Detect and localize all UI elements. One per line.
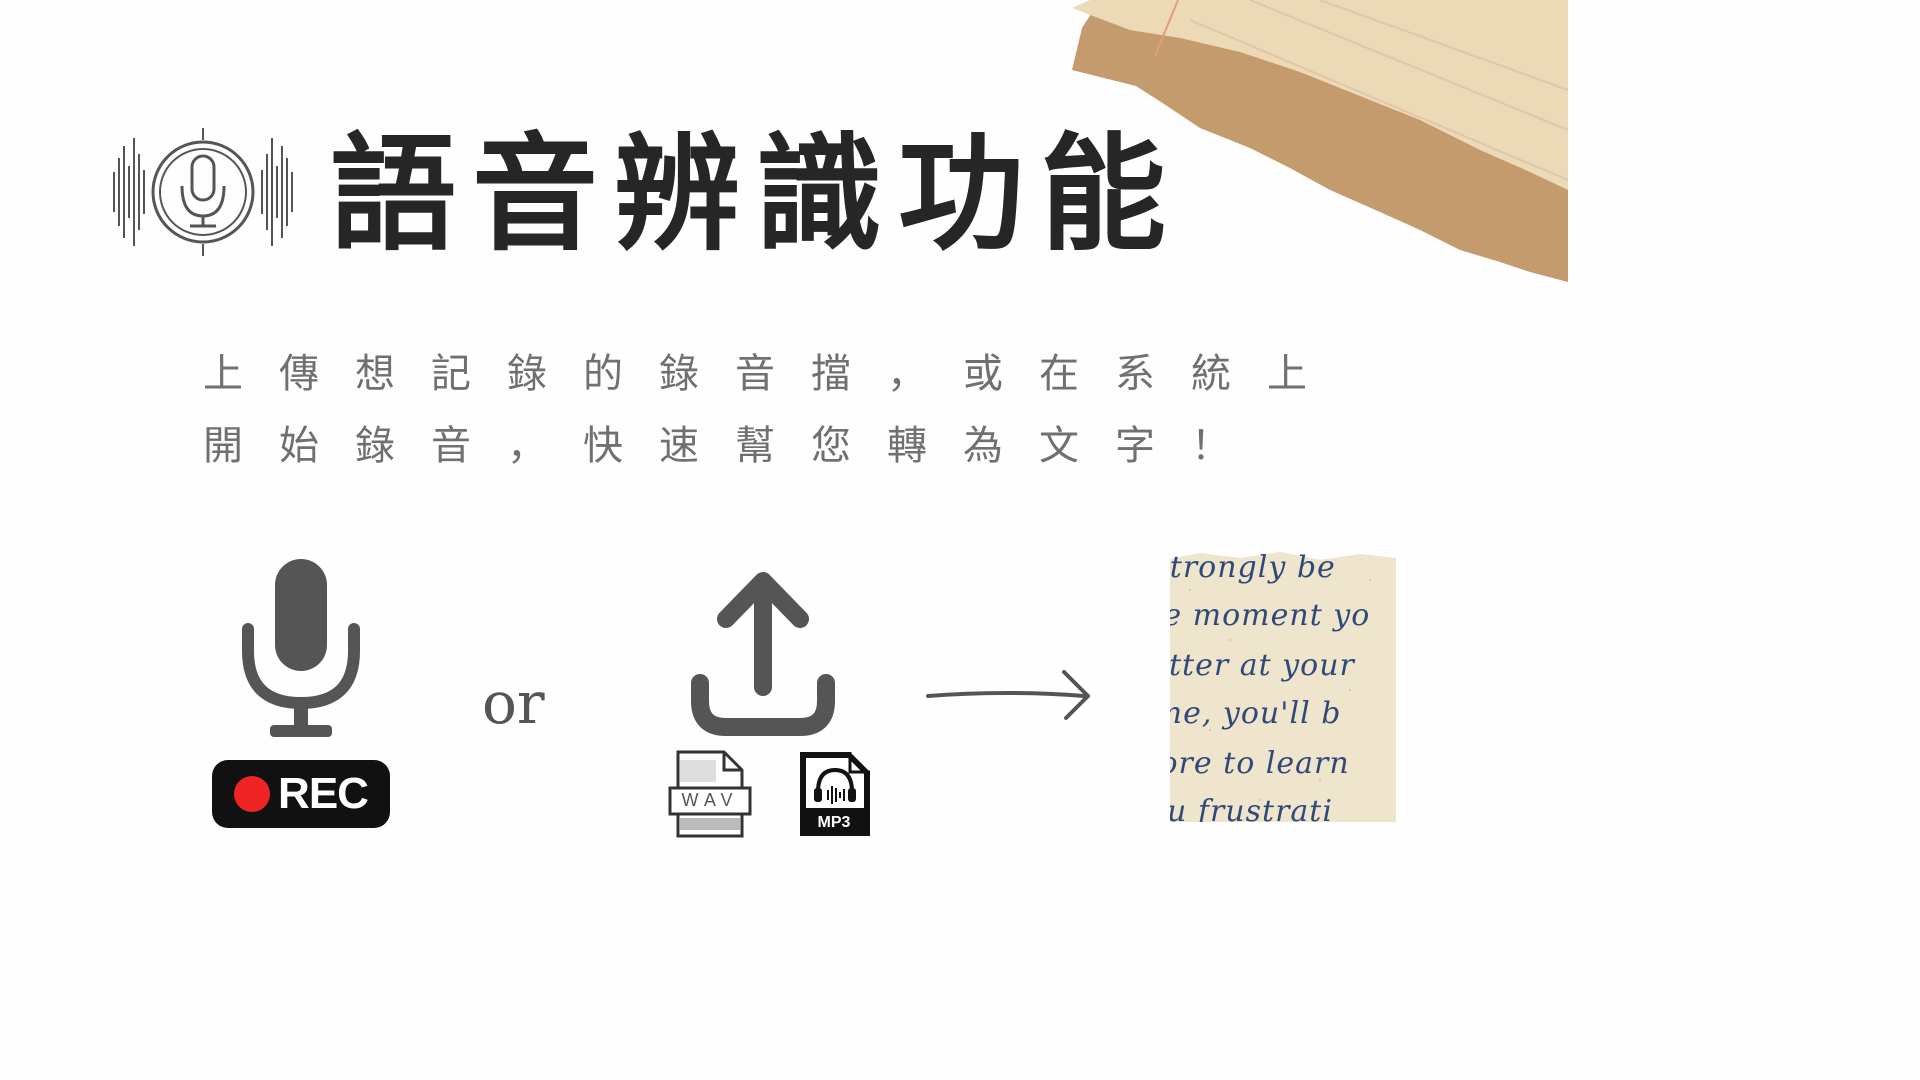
rec-badge: REC: [212, 760, 390, 828]
rec-label: REC: [278, 769, 369, 818]
note-line-2: the moment yo: [1170, 598, 1371, 633]
description-line-2: 開始錄音，快速幫您轉為文字！: [203, 423, 1267, 469]
note-line-1: I strongly be: [1170, 550, 1336, 585]
note-line-4: time, you'll b: [1170, 696, 1342, 731]
microphone-icon: [242, 559, 360, 737]
note-line-6: you frustrati: [1170, 794, 1333, 822]
or-connector: or: [482, 669, 545, 737]
arrow-right-icon: [926, 670, 1090, 720]
handwritten-note-image: I strongly be the moment yo better at yo…: [1170, 550, 1396, 822]
upload-icon: [691, 572, 835, 736]
mp3-file-label: MP3: [817, 814, 851, 831]
record-dot-icon: [234, 776, 271, 812]
paper-texture: [1170, 550, 1396, 822]
page-title: 語音辨識功能: [330, 121, 1182, 268]
waveform-microphone-icon: [113, 128, 293, 256]
note-line-5: more to learn: [1170, 746, 1350, 781]
description-line-1: 上傳想記錄的錄音擋，或在系統上: [203, 351, 1343, 397]
note-line-3: better at your: [1170, 648, 1355, 683]
wav-file-label: WAV: [681, 790, 739, 810]
